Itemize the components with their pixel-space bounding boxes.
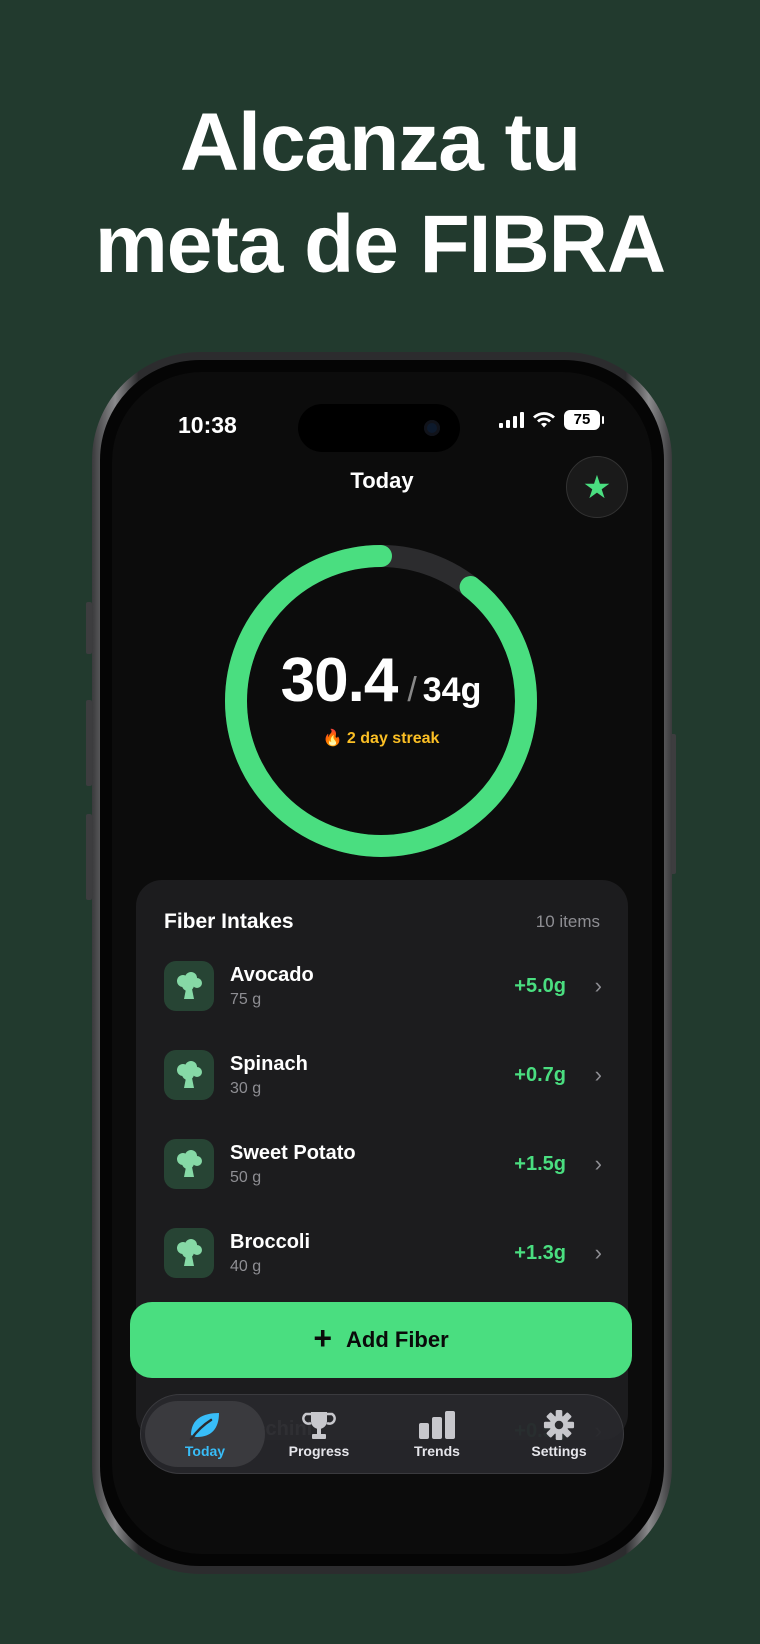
phone-frame: 10:38 75 Today ★ 30.4 / 34g 🔥 2 day stre… [92,352,672,1574]
intake-quantity: 30 g [230,1079,262,1097]
status-icons: 75 [499,410,604,430]
intake-row[interactable]: Spinach 30 g +0.7g › [164,1045,602,1105]
tab-trends[interactable]: Trends [377,1401,497,1467]
chevron-right-icon: › [594,973,602,998]
intake-amount: +0.7g [514,1063,566,1086]
intake-amount: +1.3g [514,1241,566,1264]
streak-label: 🔥 2 day streak [322,729,440,747]
tab-bar: Today Progress Trends Settings [140,1394,624,1474]
broccoli-icon [164,1139,214,1189]
intake-row[interactable]: Sweet Potato 50 g +1.5g › [164,1134,602,1194]
status-time: 10:38 [178,412,237,438]
dynamic-island [298,404,460,452]
chevron-right-icon: › [594,1151,602,1176]
intake-text: Sweet Potato 50 g [230,1142,514,1187]
add-fiber-label: Add Fiber [346,1327,449,1352]
intake-row[interactable]: Avocado 75 g +5.0g › [164,956,602,1016]
headline-line-2: meta de FIBRA [94,199,666,290]
leaf-icon [189,1413,219,1441]
tab-settings[interactable]: Settings [499,1401,619,1467]
tab-today[interactable]: Today [145,1401,265,1467]
intake-text: Spinach 30 g [230,1053,514,1098]
intakes-title: Fiber Intakes [164,910,294,933]
tab-progress-label: Progress [288,1443,350,1459]
add-fiber-button[interactable]: + Add Fiber [130,1302,632,1378]
status-bar: 10:38 75 [112,394,652,452]
chevron-right-icon: › [594,1240,602,1265]
tab-progress[interactable]: Progress [259,1401,379,1467]
intake-text: Avocado 75 g [230,964,514,1009]
trophy-icon [302,1412,336,1439]
intakes-count: 10 items [535,912,600,931]
intake-quantity: 75 g [230,990,262,1008]
fiber-current: 30.4 [280,645,399,715]
intake-quantity: 40 g [230,1257,262,1275]
intake-text: Broccoli 40 g [230,1231,514,1276]
phone-bezel: 10:38 75 Today ★ 30.4 / 34g 🔥 2 day stre… [100,360,664,1566]
bar-chart-icon [419,1411,455,1439]
chevron-right-icon: › [594,1062,602,1087]
camera-icon [424,420,440,436]
tab-settings-label: Settings [531,1443,587,1459]
intake-quantity: 50 g [230,1168,262,1186]
intake-name: Avocado [230,963,314,986]
headline: Alcanza tu meta de FIBRA [0,92,760,296]
intake-name: Sweet Potato [230,1141,356,1164]
favorite-button[interactable]: ★ [566,456,628,518]
fiber-goal: 34g [422,670,482,709]
signal-icon [499,412,524,428]
battery-icon: 75 [564,410,604,430]
broccoli-icon [164,1050,214,1100]
plus-icon: + [313,1320,332,1356]
app-screen: 10:38 75 Today ★ 30.4 / 34g 🔥 2 day stre… [112,372,652,1554]
intake-amount: +1.5g [514,1152,566,1175]
tab-today-label: Today [184,1443,226,1459]
intake-name: Broccoli [230,1230,311,1253]
gear-icon [543,1409,575,1441]
intake-row[interactable]: Broccoli 40 g +1.3g › [164,1223,602,1283]
intake-amount: +5.0g [514,974,566,997]
star-icon: ★ [582,469,612,505]
tab-trends-label: Trends [414,1443,460,1459]
headline-line-1: Alcanza tu [179,97,581,188]
progress-summary: 30.4 / 34g 🔥 2 day streak [216,536,546,866]
fiber-separator: / [407,670,417,709]
broccoli-icon [164,1228,214,1278]
broccoli-icon [164,961,214,1011]
wifi-icon [533,412,555,428]
intake-name: Spinach [230,1052,308,1075]
